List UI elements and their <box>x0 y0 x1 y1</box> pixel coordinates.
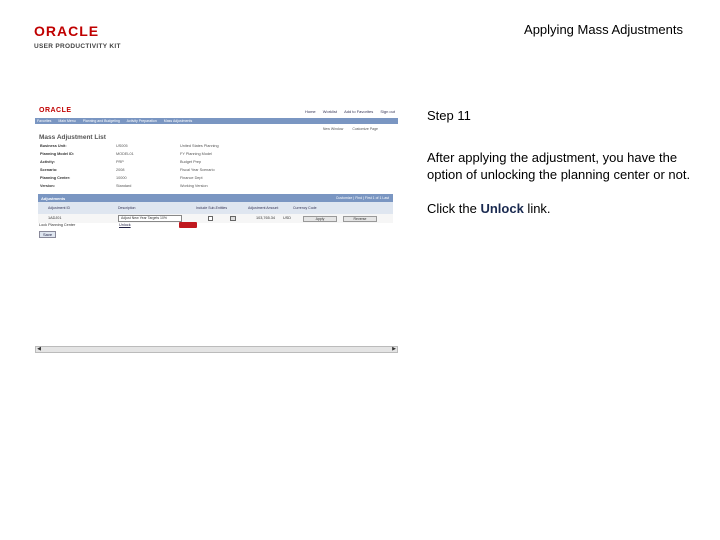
include-sub-checkbox[interactable] <box>208 216 213 221</box>
field-list: Business Unit: US005 United States Plann… <box>35 142 398 190</box>
grid-title: Adjustments <box>41 195 66 201</box>
adjustments-grid: Adjustments Customize | Find | First 1 o… <box>38 194 393 223</box>
home-link[interactable]: Home <box>305 109 316 114</box>
breadcrumb-activity[interactable]: Activity Preparation <box>127 119 157 123</box>
app-header: ORACLE Home Worklist Add to Favorites Si… <box>35 105 398 118</box>
field-description: Budget Prep <box>180 160 202 164</box>
field-description: FY Planning Model <box>180 152 213 156</box>
grid-column-headers: Adjustment ID Description Include Sub-En… <box>38 202 393 214</box>
logo-subtitle: USER PRODUCTIVITY KIT <box>34 43 121 50</box>
col-adjustment-id: Adjustment ID <box>48 206 70 210</box>
field-row: Planning Center: 10000 Finance Dept <box>40 174 398 182</box>
add-favorites-link[interactable]: Add to Favorites <box>344 109 373 114</box>
highlight-pointer-icon <box>179 222 197 228</box>
field-value: US005 <box>116 144 128 148</box>
application-screenshot: ORACLE Home Worklist Add to Favorites Si… <box>35 105 398 353</box>
field-row: Scenario: 2008 Fiscal Year Scenario <box>40 166 398 174</box>
field-value: 2008 <box>116 168 125 172</box>
breadcrumb-planning[interactable]: Planning and Budgeting <box>83 119 120 123</box>
step-number: Step 11 <box>427 108 471 123</box>
save-button[interactable]: Save <box>39 231 57 238</box>
breadcrumb-mass-adjustments[interactable]: Mass Adjustments <box>164 119 192 123</box>
instruction-paragraph: After applying the adjustment, you have … <box>427 150 691 182</box>
unlock-link[interactable]: Unlock <box>119 223 131 227</box>
lock-status-label: Lock Planning Center <box>39 223 76 227</box>
adjustment-id-cell: 1ADJ01 <box>48 216 62 220</box>
field-row: Business Unit: US005 United States Plann… <box>40 142 398 150</box>
field-value: 10000 <box>116 176 127 180</box>
unlock-row: Lock Planning Center Unlock <box>39 222 239 230</box>
reverse-button[interactable]: Reverse <box>343 215 377 222</box>
field-description: United States Planning <box>180 144 219 148</box>
customize-page-link[interactable]: Customize Page <box>352 127 378 131</box>
field-label: Business Unit: <box>40 144 67 148</box>
click-suffix: link. <box>523 201 551 216</box>
field-row: Version: Standard Working Version <box>40 182 398 190</box>
field-label: Version: <box>40 184 55 188</box>
field-label: Planning Center: <box>40 176 71 180</box>
click-target: Unlock <box>480 201 524 216</box>
click-instruction: Click the Unlock link. <box>427 200 697 217</box>
col-currency: Currency Code <box>293 206 317 210</box>
currency-code: USD <box>283 216 292 220</box>
scroll-left-icon[interactable]: ◀ <box>36 347 42 352</box>
col-amount: Adjustment Amount <box>248 206 279 210</box>
app-top-links: Home Worklist Add to Favorites Sign out <box>299 109 395 114</box>
instruction-panel: Step 11 After applying the adjustment, y… <box>427 107 697 217</box>
adjustment-amount: 103,765.34 <box>256 216 276 220</box>
col-include-sub: Include Sub-Entities <box>196 206 228 210</box>
grid-navigation[interactable]: Customize | Find | First 1 of 1 Last <box>336 196 389 200</box>
col-description: Description <box>118 206 136 210</box>
page-title: Mass Adjustment List <box>39 134 106 141</box>
field-description: Fiscal Year Scenario <box>180 168 215 172</box>
field-row: Activity: PRP Budget Prep <box>40 158 398 166</box>
breadcrumb-favorites[interactable]: Favorites <box>37 119 51 123</box>
app-brand: ORACLE <box>39 107 72 114</box>
worklist-link[interactable]: Worklist <box>323 109 337 114</box>
field-label: Activity: <box>40 160 55 164</box>
new-window-link[interactable]: New Window <box>323 127 343 131</box>
grid-header: Adjustments Customize | Find | First 1 o… <box>38 194 393 202</box>
field-description: Working Version <box>180 184 208 188</box>
logo-brand: ORACLE <box>34 23 100 39</box>
field-label: Scenario: <box>40 168 58 172</box>
horizontal-scrollbar[interactable]: ◀ ▶ <box>35 346 398 353</box>
field-value: MODEL01 <box>116 152 134 156</box>
description-input[interactable]: Adjust New Year Targets 10% <box>118 215 182 222</box>
click-prefix: Click the <box>427 201 481 216</box>
oracle-upk-logo: ORACLE USER PRODUCTIVITY KIT <box>34 24 134 50</box>
detail-icon[interactable] <box>230 216 236 221</box>
apply-button[interactable]: Apply <box>303 215 337 222</box>
field-label: Planning Model ID: <box>40 152 75 156</box>
field-description: Finance Dept <box>180 176 203 180</box>
field-value: Standard <box>116 184 132 188</box>
field-row: Planning Model ID: MODEL01 FY Planning M… <box>40 150 398 158</box>
app-sub-links: New Window Customize Page <box>35 124 398 133</box>
document-title: Applying Mass Adjustments <box>524 22 683 37</box>
sign-out-link[interactable]: Sign out <box>380 109 395 114</box>
breadcrumb-main-menu[interactable]: Main Menu <box>58 119 75 123</box>
scroll-right-icon[interactable]: ▶ <box>391 347 397 352</box>
field-value: PRP <box>116 160 124 164</box>
